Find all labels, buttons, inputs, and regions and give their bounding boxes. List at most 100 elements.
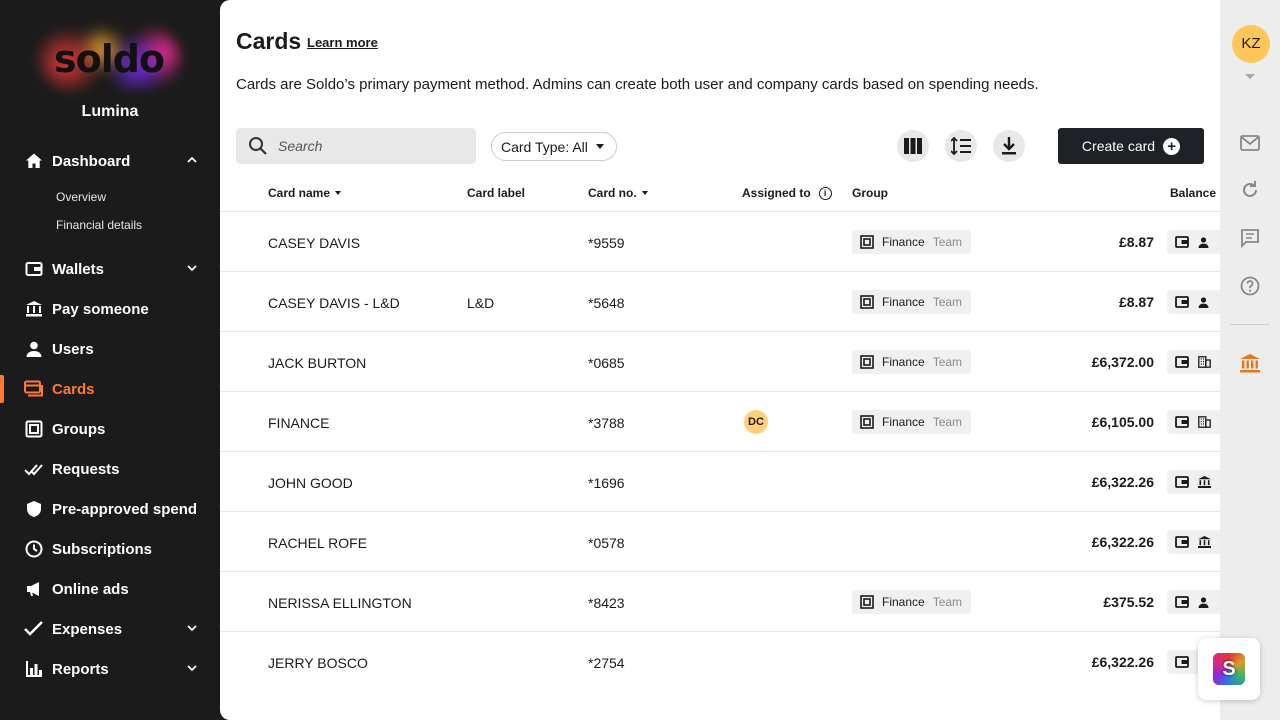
cards-icon (24, 379, 44, 399)
sidebar-subitem-overview[interactable]: Overview (56, 190, 106, 204)
sidebar-item-online-ads[interactable]: Online ads (0, 571, 220, 607)
table-row[interactable]: CASEY DAVIS *9559 Finance Team £8.87 (220, 211, 1220, 271)
sidebar-subitem-financial-details[interactable]: Financial details (56, 218, 142, 232)
sidebar-item-label: Expenses (52, 620, 123, 638)
card-name: JOHN GOOD (268, 475, 353, 491)
help-icon[interactable] (1239, 275, 1261, 297)
chevron-down-icon[interactable] (186, 662, 198, 674)
header-label: Balance (1170, 186, 1217, 200)
table-row[interactable]: NERISSA ELLINGTON *8423 Finance Team £375.52 (220, 571, 1220, 631)
wallet-icon (1175, 476, 1198, 488)
sort-caret-icon (641, 191, 648, 195)
sidebar: soldo Lumina Dashboard Overview Financia… (0, 0, 220, 720)
download-button[interactable] (993, 130, 1025, 162)
card-type-indicators (1167, 530, 1220, 554)
column-header-card-name[interactable]: Card name (268, 186, 342, 200)
account-avatar[interactable]: KZ (1232, 25, 1270, 63)
chevron-down-icon[interactable] (186, 622, 198, 634)
caret-down-icon (595, 144, 604, 149)
chevron-up-icon[interactable] (186, 154, 198, 166)
table-row[interactable]: JOHN GOOD *1696 £6,322.26 (220, 451, 1220, 511)
column-header-card-no[interactable]: Card no. (588, 186, 648, 200)
sidebar-item-groups[interactable]: Groups (0, 411, 220, 447)
search-box[interactable] (236, 128, 476, 164)
create-card-button[interactable]: Create card + (1058, 128, 1204, 164)
table-row[interactable]: CASEY DAVIS - L&D L&D *5648 Finance Team £8.8… (220, 271, 1220, 331)
chevron-down-icon[interactable] (186, 262, 198, 274)
card-type-filter[interactable]: Card Type: All (491, 132, 617, 161)
sidebar-item-wallets[interactable]: Wallets (0, 251, 220, 287)
download-icon (1002, 137, 1016, 155)
card-name: JERRY BOSCO (268, 655, 368, 671)
group-chip[interactable]: Finance Team (852, 590, 972, 614)
info-icon[interactable]: i (818, 186, 832, 200)
soldo-logo[interactable]: soldo (38, 28, 180, 90)
table-row[interactable]: JERRY BOSCO *2754 £6,322.26 (220, 631, 1220, 691)
table-row[interactable]: JACK BURTON *0685 Finance Team £6,372.00 (220, 331, 1220, 391)
logo-text: soldo (53, 37, 165, 81)
sidebar-item-dashboard[interactable]: Dashboard (0, 143, 220, 179)
home-icon (24, 151, 44, 171)
sidebar-item-subscriptions[interactable]: Subscriptions (0, 531, 220, 567)
sort-caret-icon (335, 191, 342, 195)
bank-icon[interactable] (1239, 352, 1261, 374)
card-number: *0578 (588, 535, 625, 551)
user-icon (24, 339, 44, 359)
create-card-label: Create card (1081, 138, 1156, 154)
sidebar-item-pay-someone[interactable]: Pay someone (0, 291, 220, 327)
sidebar-item-label: Users (52, 340, 94, 358)
header-label: Card label (467, 186, 526, 200)
header-label: Group (852, 186, 888, 200)
right-rail: KZ (1220, 0, 1280, 720)
search-input[interactable] (278, 138, 468, 154)
table-row[interactable]: RACHEL ROFE *0578 £6,322.26 (220, 511, 1220, 571)
column-header-card-label: Card label (467, 186, 525, 200)
line-spacing-icon (951, 137, 971, 155)
sidebar-item-expenses[interactable]: Expenses (0, 611, 220, 647)
wallet-icon (1175, 356, 1198, 368)
requests-icon (24, 459, 44, 479)
wallet-icon (1175, 236, 1198, 248)
group-chip[interactable]: Finance Team (852, 410, 972, 434)
row-density-button[interactable] (945, 130, 977, 162)
assignee-avatar[interactable]: DC (744, 410, 768, 434)
sidebar-item-cards[interactable]: Cards (0, 371, 220, 407)
card-number: *1696 (588, 475, 625, 491)
card-name: RACHEL ROFE (268, 535, 368, 551)
sidebar-item-label: Groups (52, 420, 106, 438)
bank-icon (1198, 536, 1220, 548)
sidebar-item-pre-approved-spend[interactable]: Pre-approved spend (0, 491, 220, 527)
building-icon (1198, 416, 1220, 428)
card-number: *3788 (588, 415, 625, 431)
card-balance: £6,322.26 (1091, 654, 1154, 670)
card-type-indicators (1167, 350, 1220, 374)
group-icon (860, 415, 874, 429)
sidebar-item-label: Dashboard (52, 152, 131, 170)
caret-down-icon[interactable] (1245, 74, 1255, 79)
columns-icon (904, 138, 922, 154)
table-row[interactable]: FINANCE *3788 DC Finance Team £6,105.00 (220, 391, 1220, 451)
refresh-icon[interactable] (1239, 179, 1261, 201)
sidebar-item-users[interactable]: Users (0, 331, 220, 367)
card-name: NERISSA ELLINGTON (268, 595, 412, 611)
learn-more-link[interactable]: Learn more (307, 35, 378, 50)
column-header-balance: Balance (1170, 186, 1216, 200)
group-type: Team (932, 595, 963, 609)
group-chip[interactable]: Finance Team (852, 230, 972, 254)
sidebar-item-reports[interactable]: Reports (0, 651, 220, 687)
main-content: Cards Learn more Cards are Soldo’s prima… (220, 0, 1220, 720)
group-chip[interactable]: Finance Team (852, 290, 972, 314)
bar-chart-icon (24, 659, 44, 679)
clock-icon (24, 539, 44, 559)
wallet-icon (1175, 416, 1198, 428)
person-icon (1198, 296, 1218, 308)
group-chip[interactable]: Finance Team (852, 350, 972, 374)
columns-button[interactable] (897, 130, 929, 162)
mail-icon[interactable] (1239, 132, 1261, 154)
sidebar-item-requests[interactable]: Requests (0, 451, 220, 487)
person-icon (1198, 596, 1218, 608)
group-type: Team (932, 295, 963, 309)
group-name: Finance (882, 235, 925, 249)
chat-icon[interactable] (1239, 227, 1261, 249)
support-widget-button[interactable]: S (1198, 638, 1260, 700)
